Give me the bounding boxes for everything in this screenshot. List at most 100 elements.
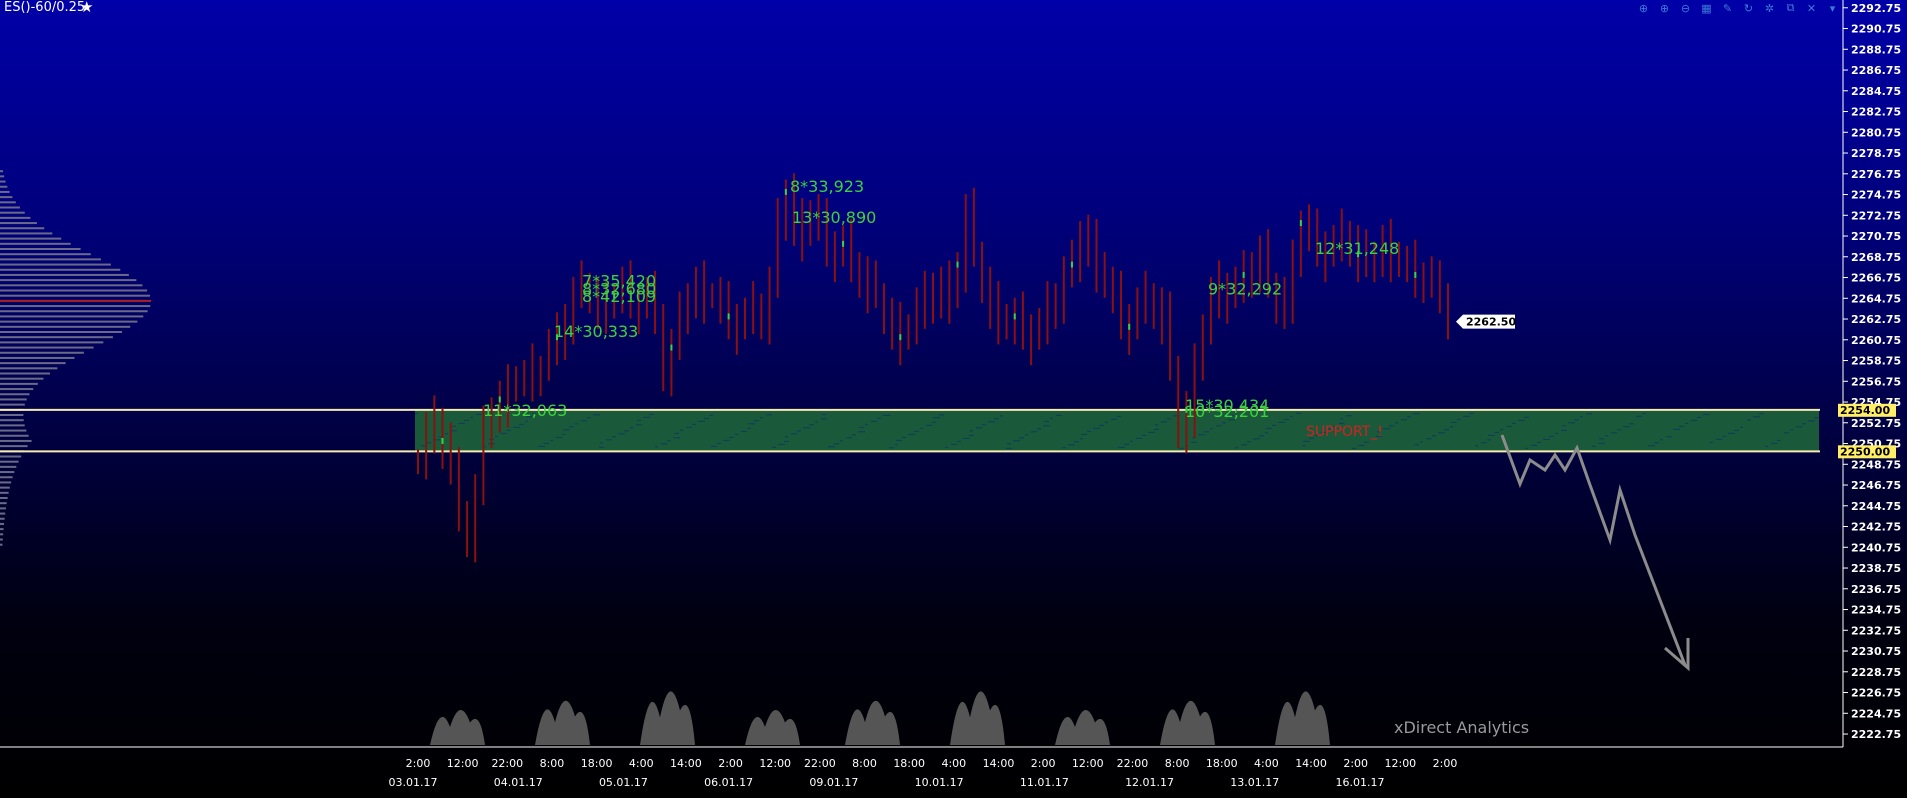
zone-texture xyxy=(1722,435,1726,437)
volume-profile-bar xyxy=(0,242,71,245)
zone-texture xyxy=(1081,433,1087,435)
zone-texture xyxy=(729,436,734,438)
zone-texture xyxy=(1568,422,1575,424)
volume-profile-bar xyxy=(0,419,24,422)
zoom-out-icon[interactable]: ⊖ xyxy=(1677,1,1694,15)
zone-texture xyxy=(1654,442,1659,444)
zone-texture xyxy=(1747,419,1751,421)
x-tick-label: 22:00 xyxy=(1117,757,1149,770)
zone-texture xyxy=(1537,441,1541,443)
x-tick-label: 4:00 xyxy=(941,757,966,770)
x-date-label: 13.01.17 xyxy=(1230,776,1279,789)
zone-texture xyxy=(1019,437,1024,439)
y-tick-label: 2280.75 xyxy=(1851,126,1901,139)
zone-texture xyxy=(445,433,448,435)
price-chart[interactable]: 2292.75 2290.75 2288.75 2286.75 2284.75 2282.… xyxy=(0,0,1907,798)
candle-body xyxy=(1414,271,1417,278)
zone-texture xyxy=(1136,437,1142,439)
zone-texture xyxy=(1561,429,1567,431)
x-tick-label: 4:00 xyxy=(629,757,654,770)
volume-profile-bar xyxy=(0,393,30,396)
menu-down-icon[interactable]: ▾ xyxy=(1824,1,1841,15)
zone-texture xyxy=(994,418,999,420)
zone-texture xyxy=(785,436,788,438)
volume-profile-bar xyxy=(0,356,75,359)
zone-texture xyxy=(865,423,868,425)
volume-profile-bar xyxy=(0,465,17,468)
zone-texture xyxy=(1469,412,1474,414)
zone-texture xyxy=(791,433,797,435)
zone-texture xyxy=(698,420,705,422)
x-tick-label: 2:00 xyxy=(406,757,431,770)
volume-profile-bar xyxy=(0,528,4,531)
favorite-star-icon[interactable]: ★ xyxy=(80,0,93,16)
zone-texture xyxy=(495,435,498,437)
zone-texture xyxy=(1204,431,1209,433)
volume-profile-bar xyxy=(0,372,50,375)
zone-texture xyxy=(969,434,974,436)
volume-profile-bar xyxy=(0,170,4,173)
popout-icon[interactable]: ⧉ xyxy=(1782,1,1799,15)
zone-texture xyxy=(1111,418,1117,420)
y-tick-label: 2222.75 xyxy=(1851,728,1901,741)
x-tick-label: 2:00 xyxy=(1031,757,1056,770)
zone-texture xyxy=(1426,438,1432,440)
y-tick-label: 2244.75 xyxy=(1851,500,1901,513)
gear-icon[interactable]: ✲ xyxy=(1761,1,1778,15)
zone-texture xyxy=(1488,434,1495,436)
volume-profile-bar xyxy=(0,471,15,474)
zone-texture xyxy=(556,436,562,438)
volume-profile-bar xyxy=(0,273,129,276)
y-tick-label: 2292.75 xyxy=(1851,2,1901,15)
x-tick-label: 4:00 xyxy=(1254,757,1279,770)
zone-texture xyxy=(840,440,843,442)
zone-texture xyxy=(550,439,553,441)
y-tick-label: 2268.75 xyxy=(1851,251,1901,264)
volume-hump xyxy=(1055,710,1110,745)
refresh-icon[interactable]: ↻ xyxy=(1740,1,1757,15)
trade-annotation: 9*32,292 xyxy=(1208,280,1282,299)
candle-body xyxy=(1242,271,1245,278)
zone-texture xyxy=(1784,432,1789,434)
y-tick-label: 2248.75 xyxy=(1851,458,1901,471)
y-tick-label: 2238.75 xyxy=(1851,562,1901,575)
zone-texture xyxy=(760,417,763,419)
close-icon[interactable]: ✕ xyxy=(1803,1,1820,15)
zone-texture xyxy=(1296,412,1302,414)
zoom-fit-icon[interactable]: ⊕ xyxy=(1635,1,1652,15)
y-tick-label: 2260.75 xyxy=(1851,334,1901,347)
volume-profile-bar xyxy=(0,279,137,282)
zone-texture xyxy=(519,423,524,425)
zone-texture xyxy=(1302,445,1306,447)
candle-body xyxy=(956,261,959,268)
zone-texture xyxy=(1266,427,1272,429)
zoom-in-icon[interactable]: ⊕ xyxy=(1656,1,1673,15)
zone-texture xyxy=(1265,432,1268,434)
zone-texture xyxy=(1808,420,1815,422)
zone-texture xyxy=(593,414,600,416)
zone-texture xyxy=(636,424,642,426)
volume-profile-bar xyxy=(0,346,94,349)
zone-texture xyxy=(451,430,457,432)
zone-texture xyxy=(587,417,591,419)
y-tick-label: 2274.75 xyxy=(1851,189,1901,202)
zone-texture xyxy=(1642,412,1646,414)
zone-texture xyxy=(1605,435,1608,437)
y-tick-label: 2266.75 xyxy=(1851,272,1901,285)
zone-texture xyxy=(748,423,755,425)
zone-texture xyxy=(772,446,776,448)
zone-texture xyxy=(1586,413,1592,415)
candle-body xyxy=(670,344,673,351)
pencil-icon[interactable]: ✎ xyxy=(1719,1,1736,15)
volume-profile-bar xyxy=(0,388,34,391)
zone-texture xyxy=(1130,440,1133,442)
y-tick-label: 2228.75 xyxy=(1851,666,1901,679)
grid-icon[interactable]: ▦ xyxy=(1698,1,1715,15)
zone-texture xyxy=(415,412,418,414)
zone-texture xyxy=(1080,438,1083,440)
zone-texture xyxy=(1074,441,1079,443)
support-label: SUPPORT_! xyxy=(1306,424,1383,440)
zone-texture xyxy=(920,427,923,429)
y-tick-label: 2240.75 xyxy=(1851,541,1901,554)
zone-texture xyxy=(1562,425,1566,427)
